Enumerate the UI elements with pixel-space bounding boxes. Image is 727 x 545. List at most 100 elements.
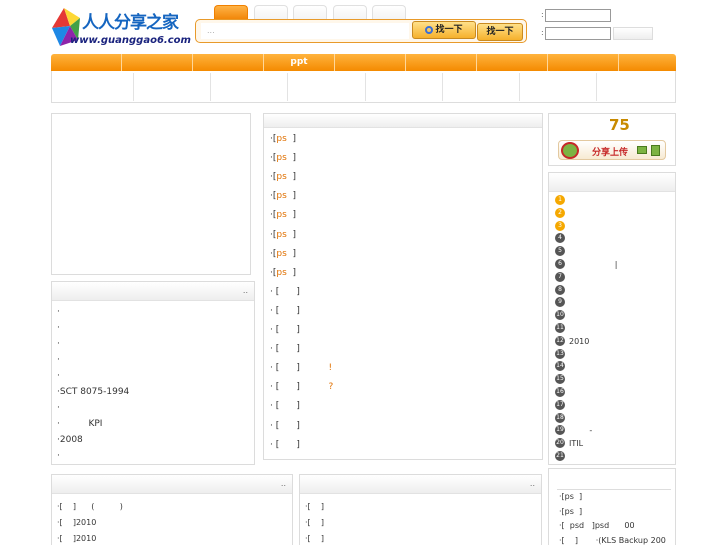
news-item[interactable]: ·[ps ] bbox=[270, 134, 296, 144]
password-field[interactable] bbox=[545, 27, 611, 40]
news-item[interactable]: ·[ps ] bbox=[270, 191, 296, 201]
list-item[interactable]: ·2008 bbox=[57, 435, 83, 445]
news-item[interactable]: ·[ps ] bbox=[270, 210, 296, 220]
news-item-prefix: · [ bbox=[270, 344, 280, 355]
rank-item-text[interactable]: 2010 bbox=[569, 337, 589, 346]
subnav-cell[interactable] bbox=[134, 73, 211, 101]
list-item[interactable]: · bbox=[57, 371, 60, 381]
list-item[interactable]: ·SCT 8075-1994 bbox=[57, 387, 129, 397]
panel-header: .. bbox=[300, 475, 541, 494]
subnav-cell[interactable] bbox=[597, 73, 675, 101]
news-item-suffix: ] bbox=[279, 363, 300, 374]
magnifier-icon bbox=[425, 25, 434, 34]
list-item[interactable]: · bbox=[57, 323, 60, 333]
nav-item-3[interactable] bbox=[193, 54, 264, 71]
rank-item-text[interactable]: | bbox=[569, 260, 618, 269]
news-item-prefix: · [ bbox=[270, 420, 280, 431]
login-button[interactable] bbox=[613, 27, 653, 40]
nav-item-7[interactable] bbox=[477, 54, 548, 71]
subnav-cell[interactable] bbox=[520, 73, 597, 101]
rank-number: 17 bbox=[555, 399, 565, 410]
mascot-icon bbox=[561, 142, 579, 159]
list-item[interactable]: · bbox=[57, 451, 60, 461]
rank-item-text[interactable]: - bbox=[569, 426, 592, 435]
news-item[interactable]: · [ ] bbox=[270, 306, 300, 316]
more-link[interactable]: .. bbox=[530, 479, 535, 488]
nav-item-6[interactable] bbox=[406, 54, 477, 71]
list-item[interactable]: · bbox=[57, 355, 60, 365]
news-item-tag: ps bbox=[276, 191, 287, 202]
news-item[interactable]: · [ ] ? bbox=[270, 382, 333, 392]
list-item[interactable]: ·[ ] bbox=[305, 534, 324, 543]
news-item-suffix: ] bbox=[286, 210, 297, 221]
subnav-cell[interactable] bbox=[288, 73, 366, 101]
nav-item-1[interactable] bbox=[51, 54, 122, 71]
list-item[interactable]: ·[ psd ]psd 00 bbox=[559, 521, 635, 530]
news-item[interactable]: ·[ps ] bbox=[270, 153, 296, 163]
news-item-suffix: ] bbox=[279, 439, 300, 450]
rank-number: 4 bbox=[555, 233, 565, 244]
subnav-cell[interactable] bbox=[52, 73, 134, 101]
news-item[interactable]: ·[ps ] bbox=[270, 249, 296, 259]
news-item-tag: ps bbox=[276, 267, 287, 278]
more-link[interactable]: .. bbox=[281, 479, 286, 488]
subnav-cell[interactable] bbox=[211, 73, 288, 101]
search-button-alt[interactable]: 找一下 bbox=[477, 23, 523, 41]
list-item[interactable]: · bbox=[57, 307, 60, 317]
search-bar: ... 找一下 找一下 bbox=[195, 19, 527, 43]
nav-item-8[interactable] bbox=[548, 54, 619, 71]
news-item[interactable]: · [ ] bbox=[270, 344, 300, 354]
panel-header bbox=[549, 173, 675, 192]
subnav-cell[interactable] bbox=[443, 73, 520, 101]
news-item[interactable]: · [ ] bbox=[270, 421, 300, 431]
list-item[interactable]: ·[ ] bbox=[305, 502, 324, 511]
rank-number: 7 bbox=[555, 271, 565, 282]
news-item[interactable]: · [ ] bbox=[270, 287, 300, 297]
list-item[interactable]: · bbox=[57, 339, 60, 349]
news-item[interactable]: ·[ps ] bbox=[270, 268, 296, 278]
news-item[interactable]: ·[ps ] bbox=[270, 172, 296, 182]
list-item[interactable]: ·[ps ] bbox=[559, 492, 582, 501]
rank-number: 15 bbox=[555, 374, 565, 385]
list-item[interactable]: · KPI bbox=[57, 419, 102, 429]
rank-number: 11 bbox=[555, 323, 565, 333]
news-item[interactable]: · [ ] bbox=[270, 440, 300, 450]
subnav-cell[interactable] bbox=[366, 73, 443, 101]
list-item[interactable]: ·[ ]2010 bbox=[57, 518, 96, 527]
news-item[interactable]: · [ ] ! bbox=[270, 363, 332, 373]
search-button[interactable]: 找一下 bbox=[412, 21, 476, 39]
news-item-prefix: · [ bbox=[270, 325, 280, 335]
list-item[interactable]: ·[ ] ( ) bbox=[57, 502, 123, 511]
upload-box: 75 分享上传 bbox=[548, 113, 676, 166]
nav-item-ppt[interactable]: ppt bbox=[264, 54, 335, 71]
nav-item-5[interactable] bbox=[335, 54, 406, 71]
news-item-tag: ps bbox=[276, 134, 287, 144]
username-field[interactable] bbox=[545, 9, 611, 22]
site-logo[interactable]: 人人分享之家 www.guanggao6.com bbox=[50, 6, 191, 48]
news-item[interactable]: · [ ] bbox=[270, 325, 300, 335]
rank-item-text[interactable]: ITIL bbox=[569, 439, 583, 448]
list-item[interactable]: ·[ ] ·(KLS Backup 200 bbox=[559, 536, 666, 545]
list-item[interactable]: ·[ps ] bbox=[559, 507, 582, 516]
news-item-prefix: · [ bbox=[270, 382, 280, 393]
news-item-prefix: · [ bbox=[270, 439, 280, 450]
featured-image-box[interactable] bbox=[51, 113, 251, 275]
nav-item-9[interactable] bbox=[619, 54, 676, 71]
news-item[interactable]: ·[ps ] bbox=[270, 230, 296, 240]
upload-button[interactable]: 分享上传 bbox=[558, 140, 666, 160]
rank-number: 3 bbox=[555, 220, 565, 231]
news-item-suffix: ] bbox=[279, 325, 300, 335]
main-nav: ppt bbox=[51, 54, 676, 71]
list-item[interactable]: · bbox=[57, 403, 60, 413]
nav-item-2[interactable] bbox=[122, 54, 193, 71]
list-item[interactable]: ·[ ] bbox=[305, 518, 324, 527]
sub-nav bbox=[51, 71, 676, 103]
rank-number: 19 bbox=[555, 425, 565, 436]
rank-number: 6 bbox=[555, 259, 565, 269]
more-link[interactable]: .. bbox=[243, 286, 248, 295]
search-input[interactable]: ... bbox=[201, 23, 409, 39]
news-item[interactable]: · [ ] bbox=[270, 401, 300, 411]
news-item-suffix: ] bbox=[286, 153, 297, 164]
list-item[interactable]: ·[ ]2010 bbox=[57, 534, 96, 543]
logo-url: www.guanggao6.com bbox=[70, 35, 191, 46]
